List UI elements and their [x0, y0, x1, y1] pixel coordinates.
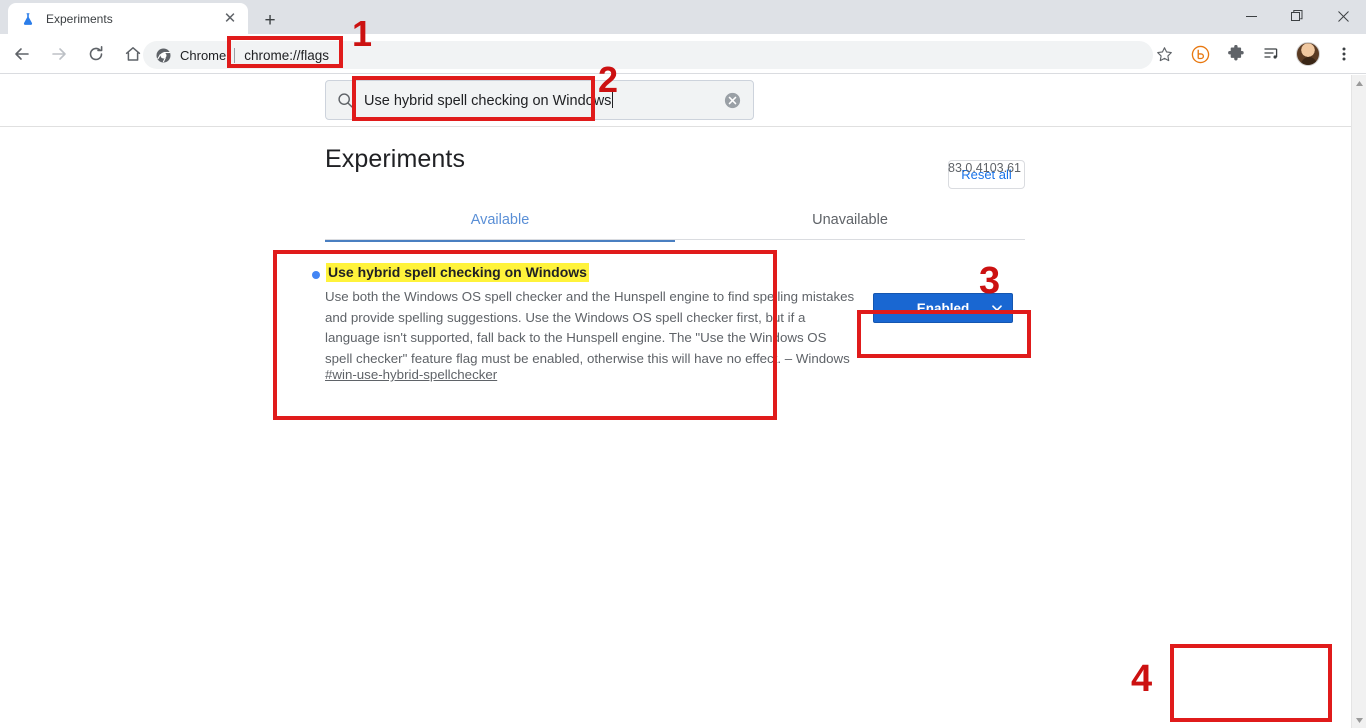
chrome-version-label: 83.0.4103.61	[948, 161, 1021, 175]
flag-description: Use both the Windows OS spell checker an…	[325, 289, 855, 366]
tab-available[interactable]: Available	[325, 200, 675, 242]
omnibox-url-text[interactable]: chrome://flags	[244, 48, 329, 63]
close-icon[interactable]: ✕	[220, 9, 240, 29]
new-tab-button[interactable]: +	[256, 6, 284, 34]
reload-icon[interactable]	[81, 39, 111, 69]
annotation-number-4: 4	[1131, 658, 1153, 700]
media-list-icon[interactable]	[1257, 39, 1287, 69]
search-icon	[335, 90, 355, 110]
search-input-value: Use hybrid spell checking on Windows	[364, 92, 612, 109]
search-input[interactable]: Use hybrid spell checking on Windows	[364, 91, 721, 109]
flag-title: Use hybrid spell checking on Windows	[326, 263, 589, 282]
tab-strip: Experiments ✕ +	[0, 0, 1366, 34]
browser-toolbar: Chrome chrome://flags	[0, 34, 1366, 74]
annotation-number-1: 1	[352, 13, 373, 54]
clear-search-icon[interactable]	[721, 89, 743, 111]
flags-page: Use hybrid spell checking on Windows Res…	[0, 75, 1351, 728]
address-bar[interactable]: Chrome chrome://flags	[143, 41, 1153, 69]
extensions-puzzle-icon[interactable]	[1221, 39, 1251, 69]
scroll-down-icon[interactable]	[1352, 712, 1366, 728]
chrome-menu-icon[interactable]	[1329, 39, 1359, 69]
minimize-icon[interactable]	[1228, 0, 1274, 32]
forward-icon[interactable]	[44, 39, 74, 69]
page-title: Experiments	[325, 145, 466, 173]
flag-entry: Use hybrid spell checking on Windows Use…	[287, 263, 1032, 393]
scroll-up-icon[interactable]	[1352, 75, 1366, 91]
extension-b-icon[interactable]	[1185, 39, 1215, 69]
window-controls	[1228, 0, 1366, 32]
page-scrollbar[interactable]	[1351, 75, 1366, 728]
tab-unavailable[interactable]: Unavailable	[675, 200, 1025, 240]
close-window-icon[interactable]	[1320, 0, 1366, 32]
tab-title: Experiments	[46, 11, 113, 26]
avatar[interactable]	[1293, 39, 1323, 69]
annotation-number-3: 3	[979, 260, 1001, 302]
omnibox-separator	[234, 47, 236, 63]
modified-dot-icon	[312, 271, 320, 279]
flags-tabs: Available Unavailable	[325, 200, 1025, 242]
tabs-underline	[325, 239, 1025, 240]
flag-internal-name-link[interactable]: #win-use-hybrid-spellchecker	[325, 367, 497, 382]
back-icon[interactable]	[7, 39, 37, 69]
flask-icon	[20, 11, 36, 27]
bookmark-star-icon[interactable]	[1149, 39, 1179, 69]
maximize-icon[interactable]	[1274, 0, 1320, 32]
browser-window: Experiments ✕ + Chrome chrome://flags Us…	[0, 0, 1366, 728]
browser-tab-experiments[interactable]: Experiments ✕	[8, 3, 248, 34]
chrome-icon	[155, 47, 171, 63]
search-flags-box[interactable]: Use hybrid spell checking on Windows	[325, 80, 754, 120]
toolbar-icons	[1146, 39, 1362, 69]
omnibox-scheme-label: Chrome	[180, 47, 227, 63]
chevron-down-icon	[991, 302, 1003, 314]
annotation-number-2: 2	[598, 59, 619, 100]
flag-state-value: Enabled	[916, 300, 970, 316]
header-divider	[0, 126, 1351, 127]
